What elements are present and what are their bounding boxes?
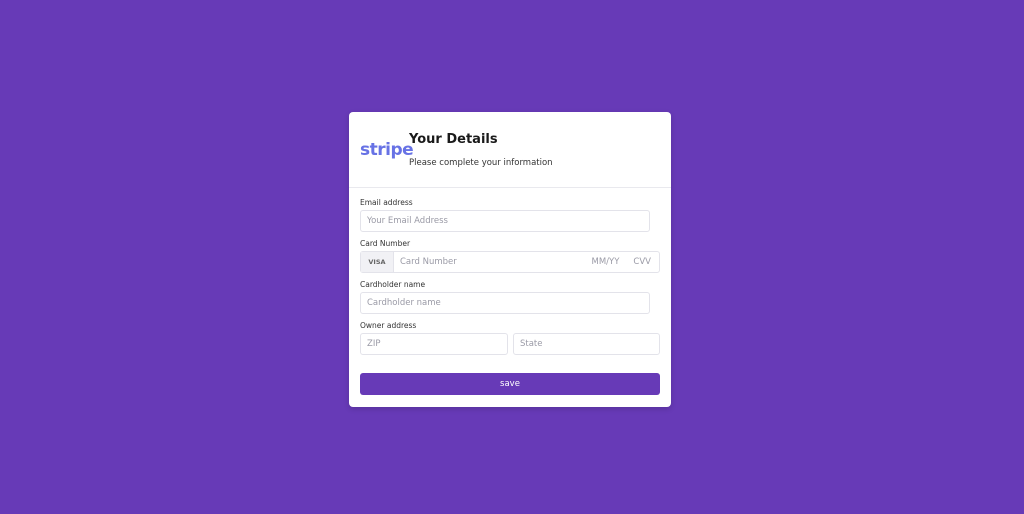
expiry-input[interactable]: MM/YY [592,257,620,267]
email-field[interactable]: Your Email Address [360,210,650,232]
card-header: stripe Your Details Please complete your… [349,112,671,188]
save-button[interactable]: save [360,373,660,395]
visa-badge: VISA [361,252,394,272]
state-field[interactable]: State [513,333,660,355]
cvv-input[interactable]: CVV [633,257,651,267]
cardholder-label: Cardholder name [360,280,426,289]
owner-address-label: Owner address [360,321,417,330]
email-label: Email address [360,198,413,207]
card-number-label: Card Number [360,239,411,248]
stripe-logo: stripe [360,140,414,160]
payment-card: stripe Your Details Please complete your… [349,112,671,407]
card-number-row: VISA Card Number MM/YY CVV [360,251,660,273]
page-subtitle: Please complete your information [409,158,553,168]
card-number-input[interactable]: Card Number [400,257,592,267]
zip-field[interactable]: ZIP [360,333,508,355]
cardholder-field[interactable]: Cardholder name [360,292,650,314]
page-title: Your Details [409,132,498,147]
